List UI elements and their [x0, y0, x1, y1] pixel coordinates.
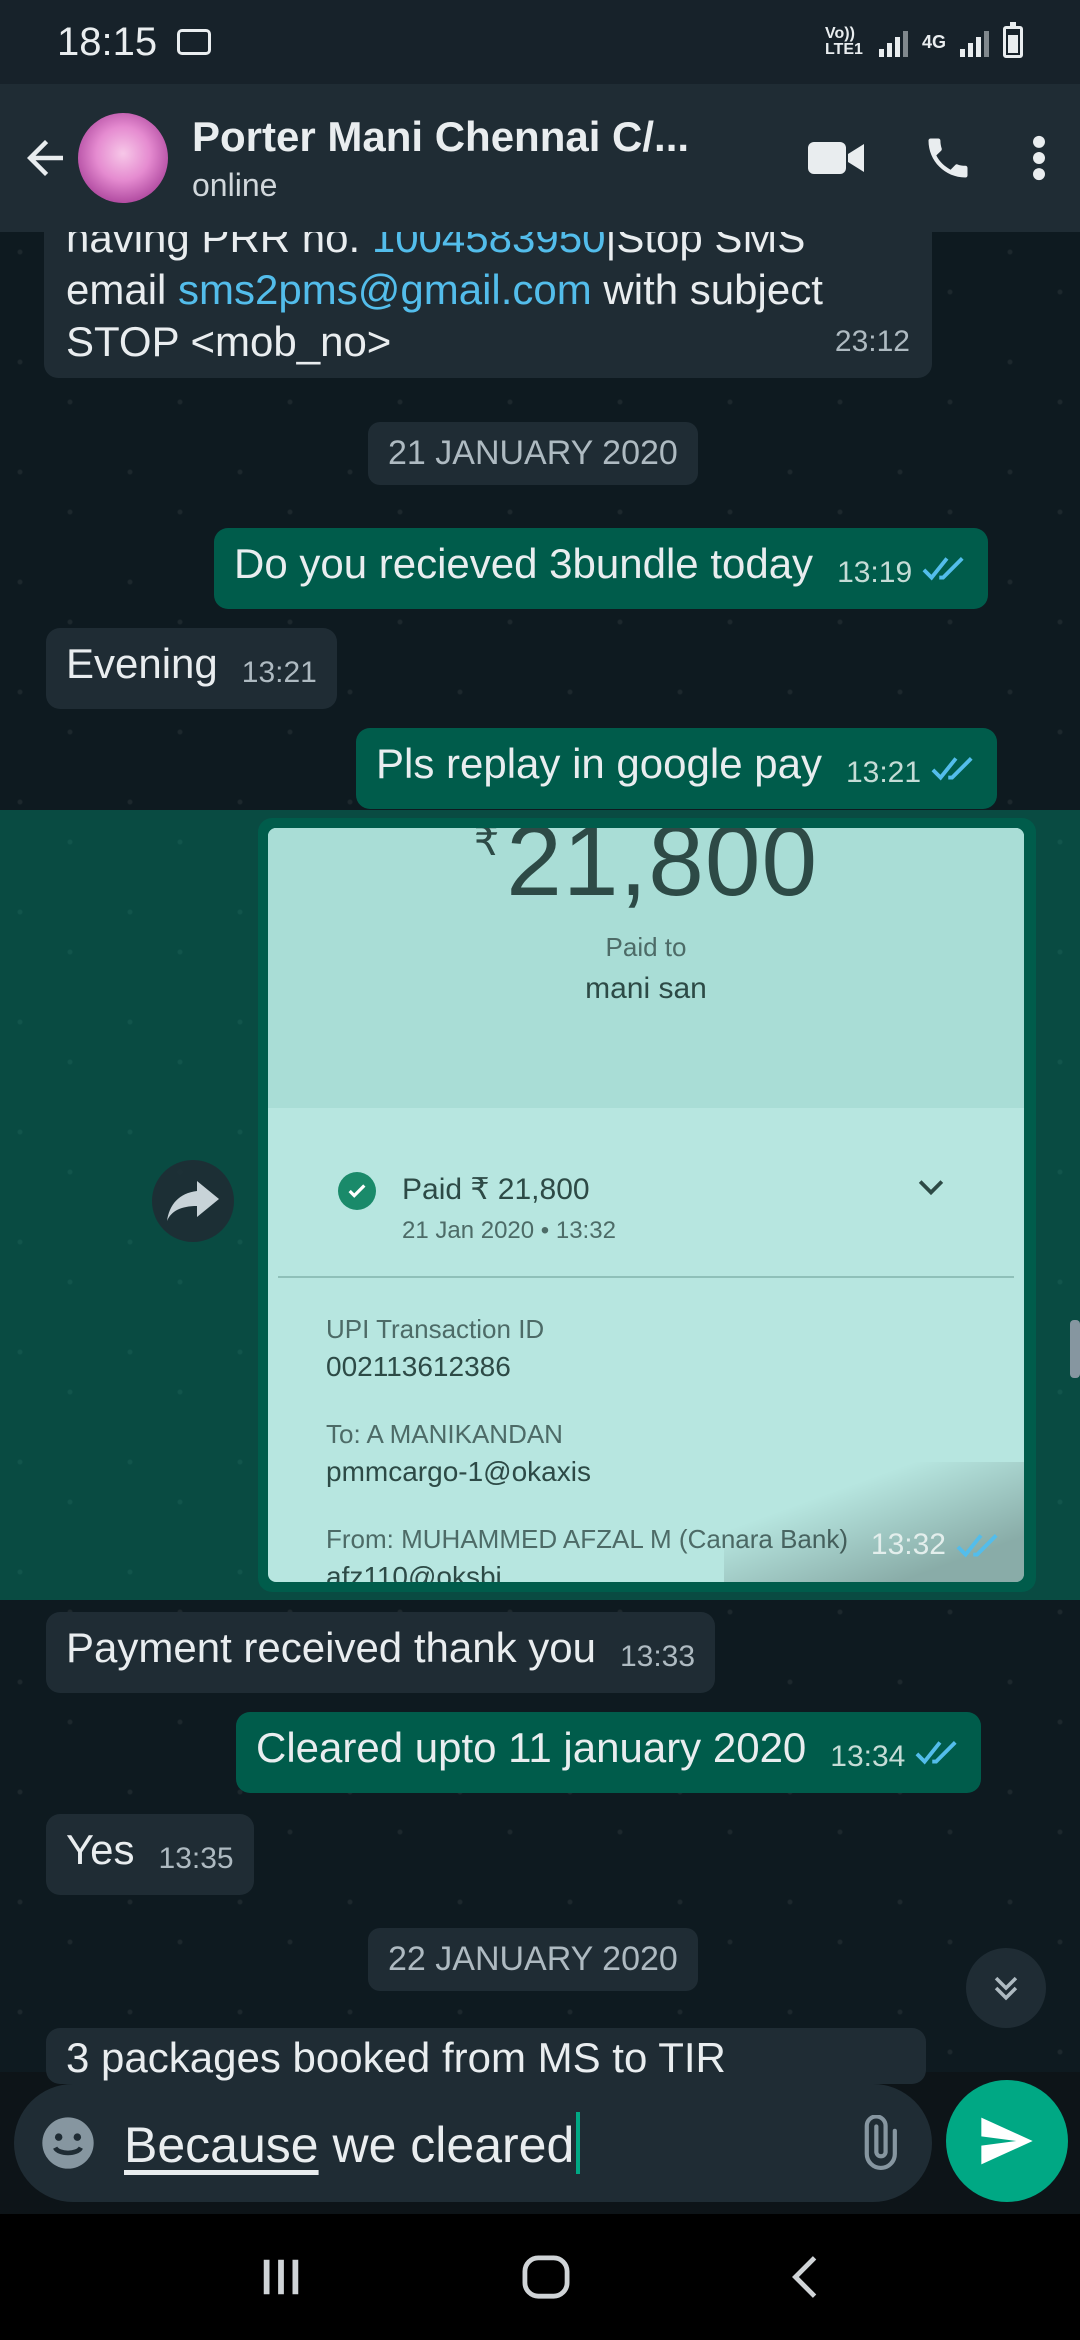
gpay-paid-row: Paid ₹ 21,800 21 Jan 2020 • 13:32	[278, 1108, 1014, 1278]
gpay-upi-value: 002113612386	[326, 1351, 511, 1382]
gpay-paid-to-label: Paid to	[605, 932, 687, 962]
message-text: Payment received thank you	[66, 1624, 596, 1671]
scroll-to-bottom-button[interactable]	[966, 1948, 1046, 2028]
battery-icon	[1003, 22, 1023, 58]
contact-info[interactable]: Porter Mani Chennai C/... online	[192, 113, 732, 204]
message-incoming[interactable]: 3 packages booked from MS to TIR	[46, 2028, 926, 2084]
message-outgoing[interactable]: Pls replay in google pay 13:21	[356, 728, 998, 809]
message-time: 13:21	[241, 656, 317, 689]
send-icon	[981, 2117, 1033, 2165]
forward-button[interactable]	[152, 1160, 234, 1242]
send-button[interactable]	[946, 2080, 1068, 2202]
message-text: Cleared upto 11 january 2020	[256, 1724, 807, 1771]
home-icon[interactable]	[521, 2254, 571, 2300]
video-call-icon[interactable]	[808, 138, 864, 178]
email-link[interactable]: sms2pms@gmail.com	[178, 266, 592, 313]
message-time: 13:34	[830, 1740, 906, 1773]
recent-apps-icon[interactable]	[258, 2254, 304, 2300]
message-incoming[interactable]: Yes 13:35	[46, 1814, 254, 1895]
message-time: 23:12	[834, 325, 910, 358]
message-incoming[interactable]: Evening 13:21	[46, 628, 337, 709]
autocorrect-word: Because	[124, 2117, 319, 2173]
message-outgoing[interactable]: Do you recieved 3bundle today 13:19	[214, 528, 989, 609]
contact-name: Porter Mani Chennai C/...	[192, 112, 690, 160]
signal-icon	[878, 27, 908, 57]
message-image[interactable]: ₹21,800 Paid to mani san Paid ₹ 21,800 2…	[258, 818, 1036, 1592]
more-vert-icon[interactable]	[1032, 135, 1046, 181]
read-ticks-icon	[922, 557, 964, 581]
message-incoming[interactable]: Payment received thank you 13:33	[46, 1612, 716, 1693]
text-cursor	[576, 2112, 581, 2174]
message-time: 13:35	[158, 1842, 234, 1875]
message-time: 13:32	[870, 1528, 946, 1561]
network-label: 4G	[921, 31, 946, 52]
voicemail-icon	[177, 29, 212, 55]
gpay-screenshot[interactable]: ₹21,800 Paid to mani san Paid ₹ 21,800 2…	[268, 828, 1024, 1582]
forward-icon	[167, 1181, 219, 1221]
gpay-paid-date: 21 Jan 2020 • 13:32	[402, 1217, 616, 1244]
emoji-icon[interactable]	[40, 2115, 96, 2171]
message-time: 13:19	[837, 556, 913, 589]
date-separator: 21 JANUARY 2020	[368, 422, 698, 485]
arrow-left-icon[interactable]	[18, 131, 72, 185]
gpay-paid-amount: Paid ₹ 21,800	[402, 1173, 590, 1206]
double-chevron-down-icon	[994, 1976, 1018, 2001]
scrollbar-thumb[interactable]	[1070, 1320, 1080, 1378]
message-outgoing[interactable]: Cleared upto 11 january 2020 13:34	[236, 1712, 982, 1793]
read-ticks-icon	[931, 757, 973, 781]
message-input[interactable]: Because we cleared	[124, 2112, 581, 2174]
contact-status: online	[192, 166, 278, 203]
status-icons: Vo)) LTE1 4G	[824, 22, 1023, 58]
check-circle-icon	[338, 1172, 376, 1210]
gpay-payee: mani san	[585, 972, 707, 1005]
message-text: Pls replay in google pay	[376, 740, 822, 787]
avatar[interactable]	[78, 113, 168, 203]
prr-number-link[interactable]: 1004583950	[372, 232, 606, 261]
message-input-bar[interactable]: Because we cleared	[14, 2084, 932, 2202]
message-text: Do you recieved 3bundle today	[234, 540, 814, 587]
read-ticks-icon	[915, 1741, 957, 1765]
status-bar: 18:15 Vo)) LTE1 4G	[0, 0, 1080, 84]
message-incoming[interactable]: having PRR no. 1004583950|Stop SMS email…	[44, 232, 932, 378]
message-time: 13:33	[619, 1640, 696, 1673]
message-time: 13:21	[845, 756, 922, 789]
status-time: 18:15	[57, 19, 158, 64]
gpay-to-label: To: A MANIKANDAN	[326, 1419, 563, 1449]
system-nav-bar	[0, 2214, 1080, 2340]
message-text: Yes	[66, 1826, 135, 1873]
signal-icon-2	[960, 27, 989, 57]
message-text: Evening	[66, 640, 218, 687]
paperclip-icon[interactable]	[850, 2115, 906, 2171]
gpay-upi-label: UPI Transaction ID	[326, 1314, 545, 1344]
date-separator: 22 JANUARY 2020	[368, 1928, 698, 1991]
read-ticks-icon	[956, 1534, 998, 1558]
message-text: 3 packages booked from MS to TIR	[66, 2034, 726, 2081]
back-nav-icon[interactable]	[788, 2254, 822, 2300]
phone-icon[interactable]	[922, 132, 974, 184]
chat-header: Porter Mani Chennai C/... online	[0, 84, 1080, 232]
chevron-down-icon	[918, 1180, 944, 1196]
gpay-amount: ₹21,800	[473, 828, 819, 917]
volte-label: Vo)) LTE1	[824, 25, 863, 58]
